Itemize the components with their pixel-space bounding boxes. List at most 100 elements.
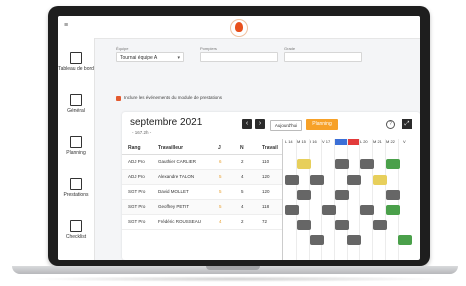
cell-n: 2: [241, 159, 244, 164]
shift-cell[interactable]: [360, 205, 374, 215]
sidebar-item-dashboard[interactable]: Tableau de bord: [58, 52, 94, 72]
shift-cell[interactable]: [335, 159, 349, 169]
cell-name: Frédéric ROUSSEAU: [158, 219, 202, 224]
planning-card: septembre 2021 - 167.2h - ‹ › Aujourd'hu…: [122, 112, 420, 260]
dashboard-icon: [70, 52, 82, 64]
day-header: M 21: [373, 139, 382, 144]
grade-field[interactable]: [284, 52, 362, 62]
day-header: V 17: [322, 139, 331, 144]
cell-travail: 72: [262, 219, 268, 224]
include-checkbox[interactable]: [116, 96, 121, 101]
cell-name: David MOLLET: [158, 189, 189, 194]
shift-cell[interactable]: [398, 235, 412, 245]
shift-cell[interactable]: [347, 235, 361, 245]
hours-total: - 167.2h -: [132, 130, 152, 135]
day-header: M 22: [386, 139, 395, 144]
table-row[interactable]: SGT Pro Frédéric ROUSSEAU 4 2 72: [122, 215, 286, 230]
table-row[interactable]: ADJ Pro Alexandre TALON 5 4 120: [122, 170, 286, 185]
pompiers-label: Pompiers: [200, 46, 217, 51]
col-rang: Rang: [128, 145, 141, 151]
month-title: septembre 2021: [130, 117, 203, 128]
shift-cell[interactable]: [373, 175, 387, 185]
col-travail: Travail: [262, 145, 278, 151]
shift-cell[interactable]: [335, 220, 349, 230]
sidebar-item-planning[interactable]: Planning: [58, 136, 94, 156]
include-checkbox-label: Inclure les événements du module de pres…: [124, 95, 223, 100]
help-icon[interactable]: ?: [386, 120, 395, 129]
grade-label: Grade: [284, 46, 296, 51]
planning-button[interactable]: Planning: [306, 119, 338, 130]
prev-month-button[interactable]: ‹: [242, 119, 252, 129]
checklist-icon: [70, 220, 82, 232]
equipe-value: Tournai équipe A: [120, 55, 158, 61]
cell-travail: 120: [262, 174, 270, 179]
sidebar-item-prestations[interactable]: Prestations: [58, 178, 94, 198]
shift-cell[interactable]: [386, 190, 400, 200]
shift-cell[interactable]: [310, 235, 324, 245]
table-row[interactable]: SGT Pro David MOLLET 5 5 120: [122, 185, 286, 200]
sidebar-item-label: Tableau de bord: [58, 66, 94, 72]
flame-logo-icon: [230, 19, 248, 37]
cell-j: 5: [219, 174, 222, 179]
sidebar-item-checklist[interactable]: Checklist: [58, 220, 94, 240]
cell-travail: 118: [262, 204, 270, 209]
prestations-icon: [70, 178, 82, 190]
day-header: V: [403, 139, 406, 144]
cell-rang: SGT Pro: [128, 219, 146, 224]
sidebar-item-label: Prestations: [63, 192, 89, 198]
shift-cell[interactable]: [285, 175, 299, 185]
table-row[interactable]: SGT Pro Geoffrey PETIT 5 4 118: [122, 200, 286, 215]
shift-cell[interactable]: [322, 205, 336, 215]
shift-cell[interactable]: [335, 190, 349, 200]
shift-cell[interactable]: [373, 220, 387, 230]
equipe-select[interactable]: Tournai équipe A ▾: [116, 52, 184, 62]
top-bar: ≡: [58, 16, 420, 39]
next-month-button[interactable]: ›: [255, 119, 265, 129]
cell-j: 5: [219, 189, 222, 194]
cell-rang: ADJ Pro: [128, 159, 145, 164]
sidebar-item-label: Checklist: [65, 234, 87, 240]
shift-cell[interactable]: [386, 205, 400, 215]
cell-travail: 110: [262, 159, 270, 164]
chevron-down-icon: ▾: [177, 55, 180, 61]
cell-name: Alexandre TALON: [158, 174, 195, 179]
cell-j: 5: [219, 204, 222, 209]
day-header-highlight-red: [347, 139, 359, 145]
day-header: L 20: [360, 139, 368, 144]
day-header: I 16: [310, 139, 317, 144]
cell-name: Gauthier CARLIER: [158, 159, 197, 164]
cell-n: 5: [241, 189, 244, 194]
shift-cell[interactable]: [297, 159, 311, 169]
sidebar-item-label: Général: [67, 108, 85, 114]
shift-cell[interactable]: [297, 220, 311, 230]
cell-n: 4: [241, 174, 244, 179]
shift-cell[interactable]: [310, 175, 324, 185]
cell-travail: 120: [262, 189, 270, 194]
planning-grid: L 14 M 15 I 16 V 17 L 20 M 21 M 22 V: [282, 139, 420, 260]
expand-icon[interactable]: ⤢: [402, 119, 412, 129]
shift-cell[interactable]: [386, 159, 400, 169]
calendar-icon: [70, 136, 82, 148]
shift-cell[interactable]: [347, 175, 361, 185]
laptop-notch: [206, 266, 260, 270]
shift-cell[interactable]: [285, 205, 299, 215]
laptop-shadow: [22, 276, 448, 282]
main-content: Équipe Tournai équipe A ▾ Pompiers Grade…: [98, 42, 420, 260]
cell-n: 4: [241, 204, 244, 209]
table-row[interactable]: ADJ Pro Gauthier CARLIER 6 2 110: [122, 155, 286, 170]
chevron-right-icon: ›: [258, 120, 262, 127]
pompiers-field[interactable]: [200, 52, 278, 62]
day-header-highlight-blue: [335, 139, 347, 145]
day-header: M 15: [297, 139, 306, 144]
shift-cell[interactable]: [297, 190, 311, 200]
cell-rang: ADJ Pro: [128, 174, 145, 179]
today-button[interactable]: Aujourd'hui: [270, 120, 302, 131]
cell-n: 2: [241, 219, 244, 224]
menu-icon[interactable]: ≡: [64, 22, 68, 29]
sidebar-item-general[interactable]: Général: [58, 94, 94, 114]
shift-cell[interactable]: [360, 159, 374, 169]
col-n: N: [240, 145, 244, 151]
chevron-left-icon: ‹: [245, 120, 249, 127]
cell-rang: SGT Pro: [128, 189, 146, 194]
table-header: Rang Travailleur J N Travail: [122, 142, 286, 155]
